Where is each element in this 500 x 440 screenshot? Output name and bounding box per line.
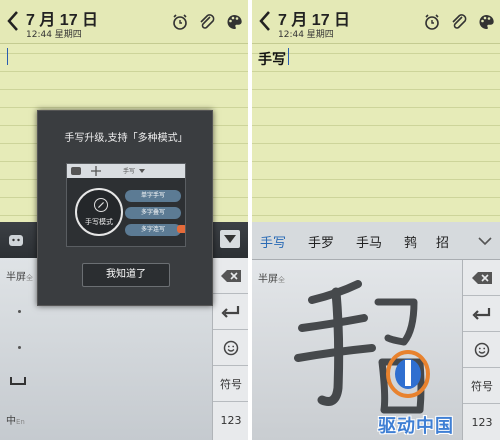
enter-icon <box>221 305 240 318</box>
backspace-icon <box>221 269 241 282</box>
new-badge <box>177 225 185 233</box>
dialog-title: 手写升级,支持「多种模式」 <box>64 133 188 144</box>
handwriting-mode-circle: 手写模式 <box>75 188 123 236</box>
half-screen-key[interactable]: 半屏全 <box>258 270 285 285</box>
got-it-button[interactable]: 我知道了 <box>82 263 170 287</box>
smiley-icon <box>474 342 490 357</box>
enter-key[interactable] <box>213 294 248 330</box>
note-body-text: 手写 <box>258 52 286 68</box>
backspace-icon <box>472 271 492 284</box>
enter-icon <box>472 307 491 320</box>
right-screen: 7 月 17 日 12:44 星期四 手写 手写 手罗 手马 鹁 招 半屏全 符… <box>252 0 500 440</box>
symbols-key[interactable]: 符号 <box>463 368 500 404</box>
paperclip-icon[interactable] <box>197 12 217 32</box>
chevron-down-icon[interactable] <box>478 236 492 246</box>
backspace-key[interactable] <box>463 260 500 296</box>
half-screen-key[interactable]: 半屏全 <box>6 268 33 283</box>
note-paper[interactable]: 7 月 17 日 12:44 星期四 手写 <box>252 0 500 222</box>
upgrade-dialog: 手写升级,支持「多种模式」 手写 手写模式 单字手写 多字叠写 多字连写 我知道… <box>37 110 213 306</box>
mode-option-single: 单字手写 <box>125 190 181 202</box>
triangle-down-icon <box>139 169 145 173</box>
back-chevron-icon[interactable] <box>5 9 21 33</box>
handwriting-preview-image: 手写 手写模式 单字手写 多字叠写 多字连写 <box>66 163 186 247</box>
keyboard-side-column: 符号 123 <box>462 260 500 440</box>
symbols-key[interactable]: 符号 <box>213 366 248 402</box>
alarm-clock-icon[interactable] <box>422 12 442 32</box>
text-cursor <box>288 48 289 65</box>
language-switch-key[interactable]: 中En <box>6 412 25 427</box>
dot-key[interactable] <box>18 310 21 313</box>
palette-icon[interactable] <box>224 12 244 32</box>
candidate-item[interactable]: 手写 <box>260 232 286 251</box>
space-icon[interactable] <box>10 376 26 386</box>
note-time: 12:44 星期四 <box>278 30 334 40</box>
preview-mode-label: 手写 <box>123 168 136 175</box>
dot-key[interactable] <box>18 346 21 349</box>
text-cursor <box>7 48 8 65</box>
smiley-icon <box>223 340 239 355</box>
alarm-clock-icon[interactable] <box>170 12 190 32</box>
backspace-key[interactable] <box>213 258 248 294</box>
triangle-down-icon <box>224 235 236 243</box>
hide-keyboard-button[interactable] <box>220 230 240 248</box>
mode-option-overlap: 多字叠写 <box>125 207 181 219</box>
note-time: 12:44 星期四 <box>26 30 82 40</box>
preview-toolbar: 手写 <box>67 164 185 178</box>
keyboard-side-column: 符号 123 <box>212 258 248 440</box>
back-chevron-icon[interactable] <box>257 9 273 33</box>
left-screen: 7 月 17 日 12:44 星期四 半屏全 中En 符号 123 手写升级,支… <box>0 0 248 440</box>
note-header: 7 月 17 日 12:44 星期四 <box>0 0 248 44</box>
pen-icon <box>94 198 108 212</box>
watermark-logo-icon <box>386 350 430 398</box>
emoji-key[interactable] <box>213 330 248 366</box>
numbers-key[interactable]: 123 <box>213 402 248 438</box>
candidate-item[interactable]: 鹁 <box>404 232 417 251</box>
numbers-key[interactable]: 123 <box>463 404 500 440</box>
move-cursor-icon <box>91 166 101 176</box>
handwriting-mode-label: 手写模式 <box>85 218 113 226</box>
palette-icon[interactable] <box>476 12 496 32</box>
keyboard-logo-icon[interactable] <box>8 232 24 248</box>
candidate-bar: 手写 手罗 手马 鹁 招 <box>252 222 500 260</box>
keyboard-logo-icon <box>71 167 81 175</box>
enter-key[interactable] <box>463 296 500 332</box>
watermark-text: 驱动中国 <box>378 416 454 437</box>
candidate-item[interactable]: 招 <box>436 232 449 251</box>
paperclip-icon[interactable] <box>449 12 469 32</box>
candidate-item[interactable]: 手马 <box>356 232 382 251</box>
candidate-item[interactable]: 手罗 <box>308 232 334 251</box>
emoji-key[interactable] <box>463 332 500 368</box>
mode-option-continuous: 多字连写 <box>125 224 181 236</box>
note-header: 7 月 17 日 12:44 星期四 <box>252 0 500 44</box>
